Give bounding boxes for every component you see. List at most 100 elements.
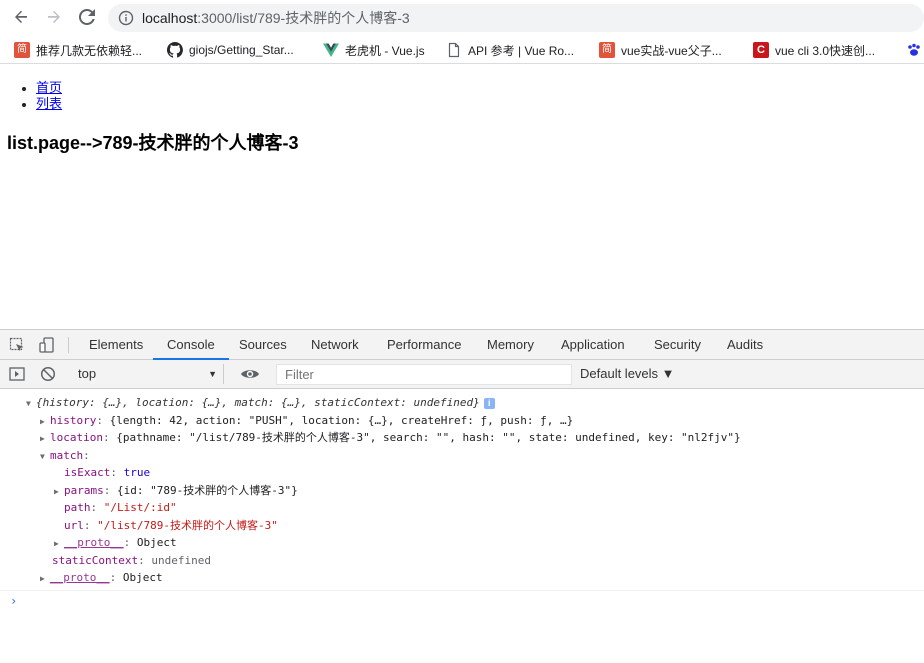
property-key: path: [64, 501, 91, 514]
info-badge-icon: i: [483, 397, 495, 409]
nav-item-list: 列表: [36, 97, 62, 113]
property-key: params: [64, 484, 104, 497]
tab-application[interactable]: Application: [559, 330, 627, 360]
tab-memory[interactable]: Memory: [485, 330, 536, 360]
context-select[interactable]: top ▼: [70, 364, 224, 384]
property-key: __proto__: [64, 536, 124, 549]
tree-row-history[interactable]: ▶ history: {length: 42, action: "PUSH", l…: [40, 412, 573, 431]
console-prompt[interactable]: ›: [0, 590, 924, 610]
tree-row-url: url: "/list/789-技术胖的个人博客-3": [64, 517, 278, 535]
console-filter-input[interactable]: [276, 364, 572, 385]
property-value: "/List/:id": [103, 501, 177, 514]
property-value: undefined: [151, 554, 211, 567]
collapsed-triangle-icon: ▶: [40, 434, 45, 443]
tree-row-isExact: isExact: true: [64, 464, 150, 482]
tree-row-params[interactable]: ▶ params: {id: "789-技术胖的个人博客-3"}: [54, 482, 298, 501]
property-key: staticContext: [52, 554, 139, 567]
tab-audits[interactable]: Audits: [725, 330, 765, 360]
tree-row-location[interactable]: ▶ location: {pathname: "/list/789-技术胖的个人博…: [40, 429, 741, 448]
collapsed-triangle-icon: ▶: [54, 487, 59, 496]
tab-security[interactable]: Security: [652, 330, 703, 360]
bookmark-label: 老虎机 - Vue.js: [345, 43, 425, 58]
home-link[interactable]: 首页: [36, 81, 62, 96]
console-output: ▼ {history: {…}, location: {…}, match: {……: [0, 390, 924, 663]
list-link[interactable]: 列表: [36, 97, 62, 112]
nav-item-home: 首页: [36, 81, 62, 97]
property-key: match: [50, 449, 84, 462]
property-value: {length: 42, action: "PUSH", location: {…: [109, 414, 574, 427]
bookmarks-bar: 简 推荐几款无依赖轻... giojs/Getting_Star... 老虎机 …: [0, 36, 924, 64]
url-text[interactable]: localhost:3000/list/789-技术胖的个人博客-3: [142, 9, 410, 27]
tab-elements[interactable]: Elements: [87, 330, 145, 360]
jianshu-icon: 简: [599, 42, 615, 58]
bookmark-item[interactable]: giojs/Getting_Star...: [167, 40, 294, 60]
colon: :: [103, 484, 117, 497]
collapsed-triangle-icon: ▶: [40, 574, 45, 583]
inspect-element-icon[interactable]: [8, 336, 26, 354]
reload-icon[interactable]: [76, 6, 98, 28]
collapsed-triangle-icon: ▶: [54, 539, 59, 548]
paw-icon: [906, 42, 922, 58]
tree-row-match[interactable]: ▼ match:: [40, 447, 90, 466]
bookmark-label: vue cli 3.0快速创...: [775, 43, 876, 58]
tab-performance[interactable]: Performance: [385, 330, 463, 360]
bookmark-item[interactable]: API 参考 | Vue Ro...: [446, 40, 574, 60]
nav-list: 首页 列表: [36, 81, 62, 113]
tree-row-root-proto[interactable]: ▶ __proto__: Object: [40, 569, 163, 588]
property-key: location: [50, 431, 103, 444]
context-value: top: [78, 366, 97, 381]
sidebar-toggle-icon[interactable]: [8, 365, 26, 383]
bookmark-item[interactable]: 老虎机 - Vue.js: [323, 40, 425, 60]
console-entry-root[interactable]: ▼ {history: {…}, location: {…}, match: {……: [26, 394, 495, 413]
tree-row-match-proto[interactable]: ▶ __proto__: Object: [54, 534, 177, 553]
property-value: true: [123, 466, 151, 479]
bookmark-label: 推荐几款无依赖轻...: [36, 43, 143, 58]
colon: :: [123, 536, 137, 549]
property-key: history: [50, 414, 97, 427]
tab-console[interactable]: Console: [153, 330, 229, 360]
colon: :: [109, 571, 123, 584]
github-icon: [167, 42, 183, 58]
property-value: "/list/789-技术胖的个人博客-3": [97, 519, 278, 532]
colon: :: [83, 519, 98, 532]
toolbar-divider: [68, 337, 69, 353]
tab-sources[interactable]: Sources: [237, 330, 289, 360]
console-toolbar: top ▼ Default levels ▼: [0, 360, 924, 389]
tab-network[interactable]: Network: [309, 330, 361, 360]
back-arrow-icon[interactable]: [10, 6, 32, 28]
property-value: {pathname: "/list/789-技术胖的个人博客-3", searc…: [116, 431, 741, 444]
devtools-tabbar: Elements Console Sources Network Perform…: [0, 330, 924, 360]
colon: :: [90, 501, 104, 514]
collapsed-triangle-icon: ▶: [40, 417, 45, 426]
property-value: Object: [136, 536, 177, 549]
colon: :: [110, 466, 124, 479]
devtools-panel: Elements Console Sources Network Perform…: [0, 329, 924, 663]
log-levels-dropdown[interactable]: Default levels ▼: [580, 364, 675, 384]
info-icon[interactable]: [118, 10, 134, 29]
csdn-icon: C: [753, 42, 769, 58]
colon: :: [96, 414, 110, 427]
forward-arrow-icon[interactable]: [43, 6, 65, 28]
bookmark-item[interactable]: C vue cli 3.0快速创...: [753, 40, 875, 60]
browser-toolbar: localhost:3000/list/789-技术胖的个人博客-3: [0, 0, 924, 36]
bookmark-item[interactable]: 简 推荐几款无依赖轻...: [14, 40, 142, 60]
bookmark-label: giojs/Getting_Star...: [189, 43, 294, 57]
property-key: isExact: [64, 466, 111, 479]
eye-icon[interactable]: [240, 366, 260, 382]
bookmark-item[interactable]: 简 vue实战-vue父子...: [599, 40, 722, 60]
property-key: url: [64, 519, 84, 532]
prompt-chevron-icon: ›: [10, 594, 18, 608]
document-icon: [446, 42, 462, 58]
tree-row-staticContext: staticContext: undefined: [52, 552, 211, 570]
address-bar[interactable]: localhost:3000/list/789-技术胖的个人博客-3: [108, 4, 924, 32]
bookmark-label: vue实战-vue父子...: [621, 43, 722, 58]
clear-console-icon[interactable]: [39, 365, 57, 383]
page-heading: list.page-->789-技术胖的个人博客-3: [7, 133, 299, 153]
expanded-triangle-icon: ▼: [40, 452, 45, 461]
property-key: __proto__: [50, 571, 110, 584]
bookmark-item[interactable]: [906, 40, 924, 60]
vue-icon: [323, 42, 339, 58]
page-content: 首页 列表 list.page-->789-技术胖的个人博客-3: [0, 65, 924, 329]
device-toolbar-icon[interactable]: [38, 336, 56, 354]
jianshu-icon: 简: [14, 42, 30, 58]
